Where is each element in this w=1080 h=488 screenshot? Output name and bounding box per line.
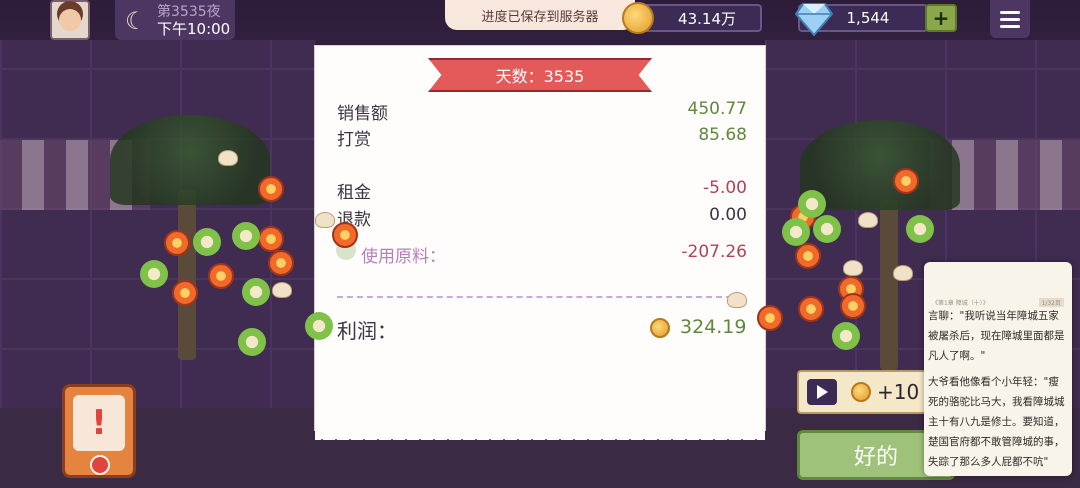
menu-icon[interactable] <box>990 0 1030 38</box>
tomato-slice <box>164 230 190 256</box>
pepper-slice <box>232 222 260 250</box>
tomato-slice <box>840 293 866 319</box>
tomato-slice <box>332 222 358 248</box>
day-time-panel: ☾ 第3535夜 下午10:00 <box>115 0 235 40</box>
novel-reader-panel[interactable]: 《第1章 障城（十）》 1/32页 言聊："我听说当年障城五家被屠杀后，现在障城… <box>924 262 1072 476</box>
rent-row: 租金 -5.00 <box>337 178 747 203</box>
pepper-slice <box>782 218 810 246</box>
refund-value: 0.00 <box>709 205 747 225</box>
alert-icon: ! <box>73 395 125 451</box>
pepper-slice <box>798 190 826 218</box>
tomato-slice <box>268 250 294 276</box>
tomato-slice <box>172 280 198 306</box>
player-avatar[interactable] <box>50 0 90 40</box>
peanut <box>843 260 863 276</box>
moon-icon: ☾ <box>125 7 147 35</box>
avatar-face <box>59 9 81 31</box>
profit-value: 324.19 <box>680 316 747 338</box>
coin-icon <box>650 318 670 338</box>
pepper-slice <box>242 278 270 306</box>
refund-row: 退款 0.00 <box>337 205 747 230</box>
add-gems-button[interactable]: + <box>925 4 957 32</box>
alert-dot <box>90 455 110 475</box>
exclamation-mark: ! <box>91 403 107 443</box>
peanut <box>727 292 747 308</box>
coin-icon <box>622 2 654 34</box>
day-title-ribbon: 天数：3535 <box>428 58 652 92</box>
pepper-slice <box>832 322 860 350</box>
pepper-slice <box>813 215 841 243</box>
rent-value: -5.00 <box>703 178 747 198</box>
tomato-slice <box>258 176 284 202</box>
pepper-slice <box>305 312 333 340</box>
ingredients-label: 使用原料： <box>361 247 446 267</box>
pepper-slice <box>193 228 221 256</box>
peanut <box>218 150 238 166</box>
clock-time: 下午10:00 <box>157 20 231 38</box>
ad-reward-amount: +10 <box>877 380 920 404</box>
peanut <box>893 265 913 281</box>
tomato-slice <box>893 168 919 194</box>
save-toast: 进度已保存到服务器 <box>445 0 635 30</box>
palm-trunk-left <box>178 190 196 360</box>
coin-icon <box>851 382 871 402</box>
sales-row: 销售额 450.77 <box>337 99 747 124</box>
tips-label: 打赏 <box>337 130 371 150</box>
palm-trunk-right <box>880 200 898 370</box>
novel-paragraph: 大爷看他像看个小年轻："瘦死的骆驼比马大，我看障城城主十有八九是修士。要知道，楚… <box>928 376 1065 468</box>
rent-label: 租金 <box>337 183 371 203</box>
tips-row: 打赏 85.68 <box>337 125 747 150</box>
tomato-slice <box>795 243 821 269</box>
pepper-slice <box>238 328 266 356</box>
palm-tree-left <box>110 115 270 205</box>
sales-label: 销售额 <box>337 104 388 124</box>
tomato-slice <box>258 226 284 252</box>
peanut <box>315 212 335 228</box>
sales-value: 450.77 <box>687 99 747 119</box>
play-icon <box>807 379 837 405</box>
peanut <box>858 212 878 228</box>
pepper-slice <box>906 215 934 243</box>
peanut <box>272 282 292 298</box>
profit-label: 利润： <box>337 319 397 343</box>
ingredients-value: -207.26 <box>681 242 747 262</box>
tomato-slice <box>208 263 234 289</box>
watch-ad-button[interactable]: +10 <box>797 370 929 414</box>
ingredients-row: 使用原料： -207.26 <box>337 242 747 267</box>
tomato-slice <box>798 296 824 322</box>
novel-paragraph: 言聊："我听说当年障城五家被屠杀后，现在障城里面都是凡人了啊。" <box>928 310 1065 362</box>
gem-icon <box>795 3 833 36</box>
alert-card[interactable]: ! <box>62 384 136 478</box>
receipt-divider <box>337 296 732 298</box>
tomato-slice <box>757 305 783 331</box>
tips-value: 85.68 <box>698 125 747 145</box>
pepper-slice <box>140 260 168 288</box>
